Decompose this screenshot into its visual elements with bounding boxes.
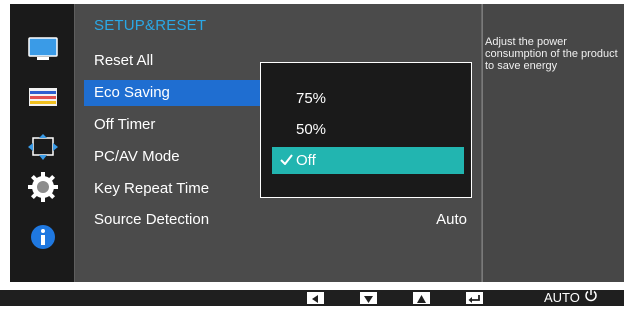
menu-item-source-detection[interactable]: Source Detection bbox=[84, 207, 264, 233]
menu-item-key-repeat-time[interactable]: Key Repeat Time bbox=[84, 176, 264, 202]
help-text: Adjust the power consumption of the prod… bbox=[485, 36, 618, 72]
up-arrow-icon bbox=[413, 292, 430, 304]
down-arrow-icon bbox=[360, 292, 377, 304]
enter-icon bbox=[466, 292, 483, 304]
enter-button[interactable] bbox=[466, 292, 483, 304]
information-icon[interactable] bbox=[25, 222, 61, 252]
submenu-option-50[interactable]: 50% bbox=[272, 116, 464, 143]
menu-item-eco-saving[interactable]: Eco Saving bbox=[84, 80, 262, 106]
color-icon[interactable] bbox=[25, 82, 61, 112]
power-button[interactable] bbox=[584, 288, 598, 303]
up-arrow-button[interactable] bbox=[413, 292, 430, 304]
menu-item-pc-av-mode[interactable]: PC/AV Mode bbox=[84, 144, 264, 170]
setup-reset-icon[interactable] bbox=[25, 172, 61, 202]
checkmark-icon bbox=[280, 147, 294, 174]
picture-icon[interactable] bbox=[25, 34, 61, 64]
auto-button[interactable]: AUTO bbox=[544, 290, 580, 306]
left-arrow-icon bbox=[307, 292, 324, 304]
size-position-icon[interactable] bbox=[25, 132, 61, 162]
menu-item-off-timer[interactable]: Off Timer bbox=[84, 112, 264, 138]
left-arrow-button[interactable] bbox=[307, 292, 324, 304]
submenu-option-off-label: Off bbox=[296, 152, 316, 169]
section-title: SETUP&RESET bbox=[94, 17, 207, 34]
submenu-option-off[interactable]: Off bbox=[272, 147, 464, 174]
menu-item-reset-all[interactable]: Reset All bbox=[84, 48, 264, 74]
source-detection-value: Auto bbox=[436, 211, 467, 228]
down-arrow-button[interactable] bbox=[360, 292, 377, 304]
submenu-option-75[interactable]: 75% bbox=[272, 85, 464, 112]
power-icon bbox=[584, 288, 598, 307]
